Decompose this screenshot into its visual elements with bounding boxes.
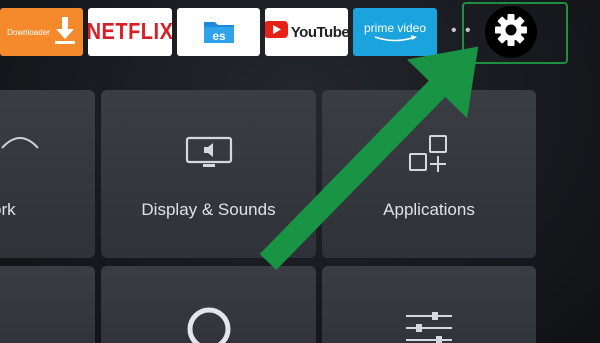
alexa-settings-tile[interactable] [101, 266, 316, 343]
display-sounds-label: Display & Sounds [141, 200, 276, 219]
es-file-explorer-icon: es [201, 14, 237, 51]
svg-text:es: es [212, 29, 226, 43]
applications-label: Applications [383, 200, 475, 219]
wifi-icon [0, 128, 40, 163]
applications-tile[interactable]: Applications [322, 90, 536, 258]
youtube-label: YouTube [290, 23, 348, 41]
gear-icon [493, 12, 529, 53]
alexa-ring-icon [184, 304, 234, 343]
netflix-logo: NETFLIX [88, 18, 172, 45]
settings-button[interactable] [485, 6, 537, 58]
download-arrow-icon [54, 15, 76, 50]
network-label: ork [0, 200, 16, 219]
youtube-play-icon [265, 21, 288, 43]
settings-tile-bottom-left[interactable] [0, 266, 95, 343]
youtube-app-tile[interactable]: YouTube [265, 8, 348, 56]
prime-video-label: prime video [363, 20, 427, 35]
display-sounds-tile[interactable]: Display & Sounds [101, 90, 316, 258]
prime-video-app-tile[interactable]: prime video [353, 8, 437, 56]
apps-grid-plus-icon [406, 132, 452, 183]
preferences-settings-tile[interactable] [322, 266, 536, 343]
es-file-explorer-app-tile[interactable]: es [177, 8, 260, 56]
downloader-label: Downloader [7, 27, 50, 37]
sliders-icon [404, 310, 454, 343]
downloader-app-tile[interactable]: Downloader [0, 8, 83, 56]
tv-speaker-icon [185, 136, 233, 175]
fire-tv-home-screen: Downloader NETFLIX es YouTube prime vide… [0, 0, 600, 343]
network-settings-tile[interactable]: ork [0, 90, 95, 258]
prime-video-logo: prime video [364, 22, 426, 43]
prime-smile-icon [374, 34, 417, 41]
netflix-app-tile[interactable]: NETFLIX [88, 8, 172, 56]
